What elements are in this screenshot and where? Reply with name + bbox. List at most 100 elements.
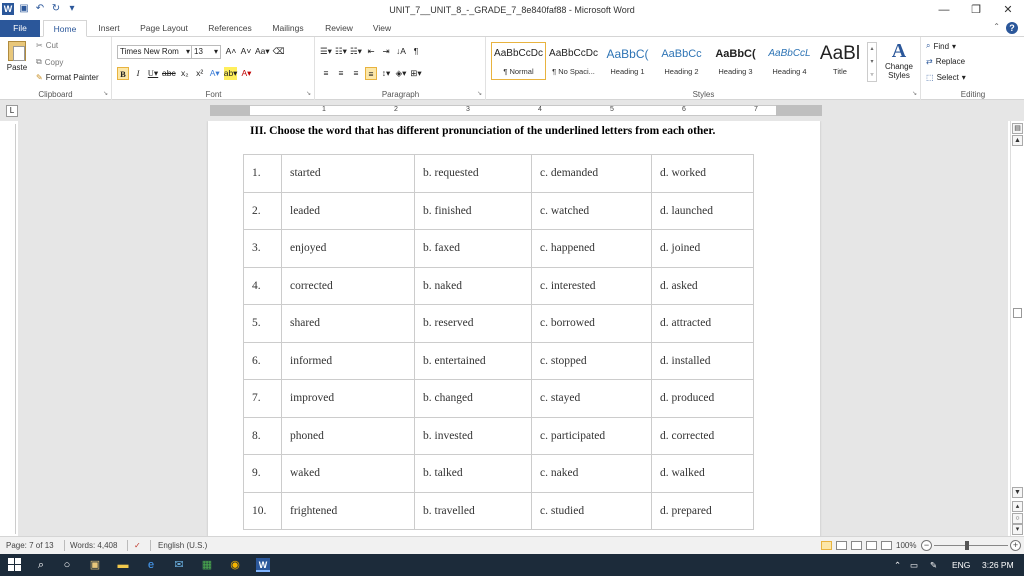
tab-selector-icon[interactable]: L	[6, 105, 18, 117]
font-name-box[interactable]: Times New Rom ▾	[117, 45, 193, 59]
tab-file[interactable]: File	[0, 20, 40, 37]
show-formatting-icon[interactable]: ¶	[410, 45, 422, 58]
style-heading-2[interactable]: AaBbCc Heading 2	[654, 42, 709, 80]
full-screen-reading-icon[interactable]	[836, 541, 847, 550]
styles-launcher-icon[interactable]: ↘	[912, 90, 917, 97]
zoom-in-icon[interactable]: +	[1010, 540, 1021, 551]
style-heading-4[interactable]: AaBbCcL Heading 4	[762, 42, 817, 80]
underline-icon[interactable]: U▾	[147, 67, 159, 80]
style-heading-3[interactable]: AaBbC( Heading 3	[708, 42, 763, 80]
language-status[interactable]: English (U.S.)	[158, 541, 207, 550]
justify-icon[interactable]: ≡	[365, 67, 377, 80]
text-effects-icon[interactable]: A▾	[209, 67, 221, 80]
scroll-down-icon[interactable]: ▼	[1012, 487, 1023, 498]
close-button[interactable]: ✕	[992, 0, 1024, 20]
excel-icon[interactable]: ▦	[200, 558, 214, 572]
document-page[interactable]: III. Choose the word that has different …	[208, 121, 820, 536]
zoom-slider[interactable]	[934, 545, 1008, 546]
style-title[interactable]: AaBl Title	[814, 42, 866, 80]
highlight-icon[interactable]: ab▾	[223, 67, 238, 80]
view-ruler-icon[interactable]: ▤	[1012, 123, 1023, 134]
font-launcher-icon[interactable]: ↘	[306, 90, 311, 97]
clipboard-launcher-icon[interactable]: ↘	[103, 90, 108, 97]
replace-button[interactable]: ⇄ Replace	[926, 57, 965, 66]
numbering-icon[interactable]: ☷▾	[335, 45, 347, 58]
format-painter-button[interactable]: ✎ Format Painter	[36, 73, 99, 82]
shrink-font-icon[interactable]: A˅	[240, 45, 252, 58]
next-page-icon[interactable]: ▾	[1012, 524, 1023, 535]
multilevel-list-icon[interactable]: ☵▾	[350, 45, 362, 58]
zoom-level[interactable]: 100%	[896, 541, 916, 550]
help-icon[interactable]: ?	[1006, 22, 1018, 34]
word-taskbar-icon[interactable]: W	[256, 558, 270, 572]
find-button[interactable]: ⌕ Find ▾	[926, 41, 956, 51]
copy-button[interactable]: ⧉ Copy	[36, 57, 63, 67]
change-case-icon[interactable]: Aa▾	[255, 45, 270, 58]
sort-icon[interactable]: ↓A	[395, 45, 407, 58]
scrollbar-thumb[interactable]	[1013, 308, 1022, 318]
select-button[interactable]: ⬚ Select ▾	[926, 73, 966, 82]
restore-button[interactable]: ❐	[960, 0, 992, 20]
styles-gallery-scroll[interactable]: ▴ ▾ ▿	[867, 42, 877, 82]
clear-formatting-icon[interactable]: ⌫	[273, 45, 285, 58]
page-count[interactable]: Page: 7 of 13	[6, 541, 54, 550]
align-left-icon[interactable]: ≡	[320, 67, 332, 80]
tab-references[interactable]: References	[200, 20, 260, 37]
superscript-icon[interactable]: x²	[194, 67, 206, 80]
mail-icon[interactable]: ✉	[172, 558, 186, 572]
ruler-left-margin[interactable]	[210, 105, 250, 116]
ruler-bar[interactable]	[210, 105, 822, 116]
tray-up-arrow-icon[interactable]: ⌃	[894, 560, 901, 571]
increase-indent-icon[interactable]: ⇥	[380, 45, 392, 58]
font-size-box[interactable]: 13 ▾	[191, 45, 221, 59]
bold-icon[interactable]: B	[117, 67, 129, 80]
previous-page-icon[interactable]: ▴	[1012, 501, 1023, 512]
strikethrough-icon[interactable]: abc	[162, 67, 176, 80]
store-icon[interactable]: ▣	[88, 558, 102, 572]
windows-start-icon[interactable]	[8, 558, 22, 572]
center-icon[interactable]: ≡	[335, 67, 347, 80]
scroll-up-icon[interactable]: ▲	[1012, 135, 1023, 146]
font-color-icon[interactable]: A▾	[240, 67, 252, 80]
print-layout-icon[interactable]	[821, 541, 832, 550]
draft-icon[interactable]	[881, 541, 892, 550]
minimize-button[interactable]: —	[928, 0, 960, 20]
grow-font-icon[interactable]: A˄	[225, 45, 237, 58]
font-size-dropdown-icon[interactable]: ▾	[214, 46, 220, 58]
vertical-scrollbar[interactable]: ▤ ▲ ▼ ▴ ○ ▾	[1010, 121, 1024, 536]
tab-review[interactable]: Review	[318, 20, 360, 37]
proofing-icon[interactable]: ✓	[134, 541, 141, 550]
edge-browser-icon[interactable]: e	[144, 558, 158, 572]
cut-button[interactable]: ✂ Cut	[36, 41, 58, 50]
shading-icon[interactable]: ◈▾	[395, 67, 407, 80]
tab-home[interactable]: Home	[43, 20, 87, 37]
battery-icon[interactable]: ▭	[910, 560, 918, 571]
select-browse-object-icon[interactable]: ○	[1012, 513, 1023, 524]
subscript-icon[interactable]: x₂	[179, 67, 191, 80]
file-explorer-icon[interactable]: ▬	[116, 558, 130, 572]
style-normal[interactable]: AaBbCcDc ¶ Normal	[491, 42, 546, 80]
ruler-right-margin[interactable]	[776, 105, 822, 116]
tab-mailings[interactable]: Mailings	[264, 20, 312, 37]
style-no-spacing[interactable]: AaBbCcDc ¶ No Spaci...	[546, 42, 601, 80]
line-spacing-icon[interactable]: ↕▾	[380, 67, 392, 80]
tab-view[interactable]: View	[364, 20, 400, 37]
web-layout-icon[interactable]	[851, 541, 862, 550]
paste-button[interactable]: Paste	[6, 41, 28, 72]
style-heading-1[interactable]: AaBbC( Heading 1	[600, 42, 655, 80]
pen-icon[interactable]: ✎	[930, 560, 937, 571]
align-right-icon[interactable]: ≡	[350, 67, 362, 80]
chrome-icon[interactable]: ◉	[228, 558, 242, 572]
paragraph-launcher-icon[interactable]: ↘	[477, 90, 482, 97]
word-count[interactable]: Words: 4,408	[70, 541, 117, 550]
task-view-icon[interactable]: ○	[60, 558, 74, 572]
outline-icon[interactable]	[866, 541, 877, 550]
zoom-slider-thumb[interactable]	[965, 541, 969, 550]
collapse-ribbon-icon[interactable]: ⌃	[993, 22, 1000, 34]
tab-page-layout[interactable]: Page Layout	[133, 20, 195, 37]
decrease-indent-icon[interactable]: ⇤	[365, 45, 377, 58]
borders-icon[interactable]: ⊞▾	[410, 67, 422, 80]
italic-icon[interactable]: I	[132, 67, 144, 80]
tab-insert[interactable]: Insert	[90, 20, 128, 37]
search-icon[interactable]: ⌕	[34, 558, 48, 572]
